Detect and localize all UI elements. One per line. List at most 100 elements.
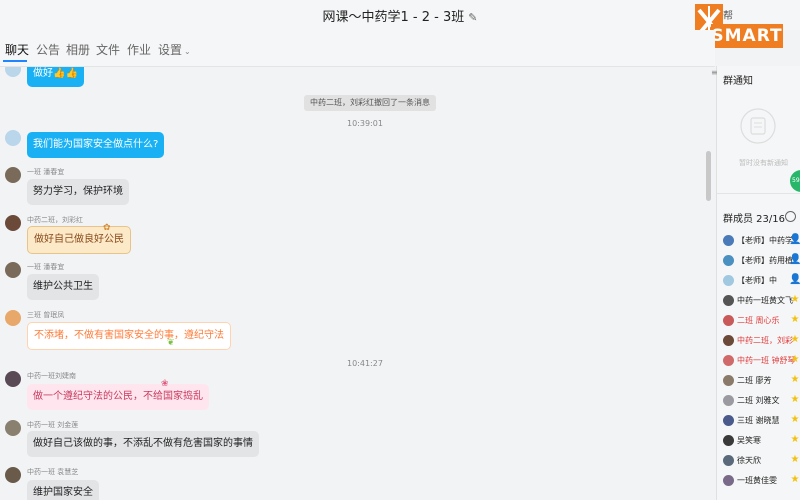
sender-name: 中药一班 刘金莲 <box>27 421 79 429</box>
pencil-icon[interactable]: ✎ <box>468 11 477 24</box>
member-item[interactable]: 【老师】药用植 👤 <box>723 252 800 270</box>
avatar <box>723 455 734 466</box>
member-name: 二班 廖芳 <box>737 376 772 385</box>
heart-decoration-icon: ❀ <box>161 379 169 389</box>
member-item[interactable]: 【老师】中 👤 <box>723 272 800 290</box>
window-title: 网课～中药学1 - 2 - 3班 ✎ <box>0 6 800 25</box>
flower-decoration-icon: ✿ <box>103 223 111 233</box>
sender-name: 一班 潘春宜 <box>27 263 65 271</box>
chat-scrollbar[interactable] <box>706 151 711 201</box>
avatar <box>723 335 734 346</box>
avatar[interactable] <box>5 467 21 483</box>
tab-chat[interactable]: 聊天 <box>5 41 29 58</box>
search-icon[interactable] <box>785 211 796 222</box>
sender-name: 中药一班 袁慧芝 <box>27 468 79 476</box>
message-bubble[interactable]: 我们能为国家安全做点什么? <box>27 132 165 158</box>
avatar <box>723 355 734 366</box>
teacher-icon: 👤 <box>789 234 800 245</box>
member-item[interactable]: 二班 廖芳 ★ <box>723 372 800 390</box>
member-name: 二班 周心乐 <box>737 316 780 325</box>
tab-settings[interactable]: 设置 ⌄ <box>158 41 191 58</box>
member-name: 中药一班 钟舒琴 <box>737 356 796 365</box>
tab-announcement[interactable]: 公告 <box>36 41 60 58</box>
member-name: 二班 刘雅文 <box>737 396 780 405</box>
avatar <box>723 415 734 426</box>
message-bubble[interactable]: 不添堵，不做有害国家安全的事，遵纪守法 <box>27 322 231 350</box>
avatar <box>723 235 734 246</box>
star-icon: ★ <box>790 454 800 465</box>
divider <box>717 193 800 194</box>
avatar <box>723 435 734 446</box>
member-item[interactable]: 中药一班 钟舒琴 ★ <box>723 352 800 370</box>
avatar[interactable] <box>5 262 21 278</box>
member-name: 中药一班黄文飞 <box>737 296 793 305</box>
avatar[interactable] <box>5 215 21 231</box>
avatar[interactable] <box>5 420 21 436</box>
avatar <box>723 315 734 326</box>
star-icon: ★ <box>790 334 800 345</box>
star-icon: ★ <box>790 394 800 405</box>
member-item[interactable]: 一班黄佳雯 ★ <box>723 472 800 490</box>
member-item[interactable]: 中药一班黄文飞 ★ <box>723 292 800 310</box>
smart-logo-text: SMART <box>711 24 783 48</box>
timestamp: 10:41:27 <box>347 359 383 368</box>
tab-homework[interactable]: 作业 <box>127 41 151 58</box>
member-name: 【老师】中药学 <box>737 236 793 245</box>
message-bubble[interactable]: 努力学习，保护环境 <box>27 179 129 205</box>
teacher-icon: 👤 <box>789 254 800 265</box>
star-icon: ★ <box>790 474 800 485</box>
avatar <box>723 255 734 266</box>
member-name: 【老师】药用植 <box>737 256 793 265</box>
member-item[interactable]: 二班 周心乐 ★ <box>723 312 800 330</box>
member-item[interactable]: 二班 刘雅文 ★ <box>723 392 800 410</box>
member-name: 徐天欣 <box>737 456 761 465</box>
tab-files[interactable]: 文件 <box>96 41 120 58</box>
message-bubble[interactable]: 维护国家安全 <box>27 480 99 500</box>
tab-bar: 聊天 公告 相册 文件 作业 设置 ⌄ <box>0 30 715 67</box>
no-notice-text: 暂时没有新通知 <box>739 159 788 167</box>
member-item[interactable]: 吴笑寒 ★ <box>723 432 800 450</box>
teacher-icon: 👤 <box>789 274 800 285</box>
notice-title: 群通知 <box>723 76 753 87</box>
member-name: 三班 谢晓慧 <box>737 416 780 425</box>
sender-name: 中药二班，刘彩红 <box>27 216 83 224</box>
avatar <box>723 395 734 406</box>
members-title: 群成员 23/16 <box>723 214 785 225</box>
star-icon: ★ <box>790 374 800 385</box>
member-name: 中药二班，刘彩 <box>737 336 793 345</box>
sender-name: 三班 曾珉凤 <box>27 311 65 319</box>
sender-name: 一班 潘春宜 <box>27 168 65 176</box>
star-icon: ★ <box>790 314 800 325</box>
avatar <box>723 295 734 306</box>
member-name: 【老师】中 <box>737 276 777 285</box>
message-bubble[interactable]: 做一个遵纪守法的公民，不给国家捣乱 <box>27 384 209 410</box>
avatar <box>723 375 734 386</box>
avatar[interactable] <box>5 167 21 183</box>
message-bubble[interactable]: 做好自己做良好公民 <box>27 226 131 254</box>
member-item[interactable]: 三班 谢晓慧 ★ <box>723 412 800 430</box>
member-item[interactable]: 徐天欣 ★ <box>723 452 800 470</box>
avatar <box>723 275 734 286</box>
avatar[interactable] <box>5 310 21 326</box>
star-icon: ★ <box>790 434 800 445</box>
member-name: 吴笑寒 <box>737 436 761 445</box>
message-bubble[interactable]: 做好自己该做的事，不添乱不做有危害国家的事情 <box>27 431 259 457</box>
chat-area[interactable]: 做好👍👍 中药二班，刘彩红撤回了一条消息 10:39:01 我们能为国家安全做点… <box>0 67 715 500</box>
avatar[interactable] <box>5 67 21 77</box>
tab-settings-label: 设置 <box>158 43 183 57</box>
message-bubble[interactable]: 维护公共卫生 <box>27 274 99 300</box>
avatar[interactable] <box>5 371 21 387</box>
tab-album[interactable]: 相册 <box>66 41 90 58</box>
star-icon: ★ <box>790 414 800 425</box>
avatar[interactable] <box>5 130 21 146</box>
member-item[interactable]: 中药二班，刘彩 ★ <box>723 332 800 350</box>
star-icon: ★ <box>790 354 800 365</box>
right-sidebar: ≡ 群通知 暂时没有新通知 群成员 23/16 【老师】中药学 👤 【老师】药用… <box>711 66 800 500</box>
empty-notice-icon <box>740 108 776 144</box>
window-title-text: 网课～中药学1 - 2 - 3班 <box>322 10 465 25</box>
member-item[interactable]: 【老师】中药学 👤 <box>723 232 800 250</box>
title-bar: 网课～中药学1 - 2 - 3班 ✎ 帮 <box>0 0 800 30</box>
message-bubble[interactable]: 做好👍👍 <box>27 67 84 87</box>
collapse-icon[interactable]: ≡ <box>711 68 718 77</box>
sender-name: 中药一班刘婕南 <box>27 372 76 380</box>
